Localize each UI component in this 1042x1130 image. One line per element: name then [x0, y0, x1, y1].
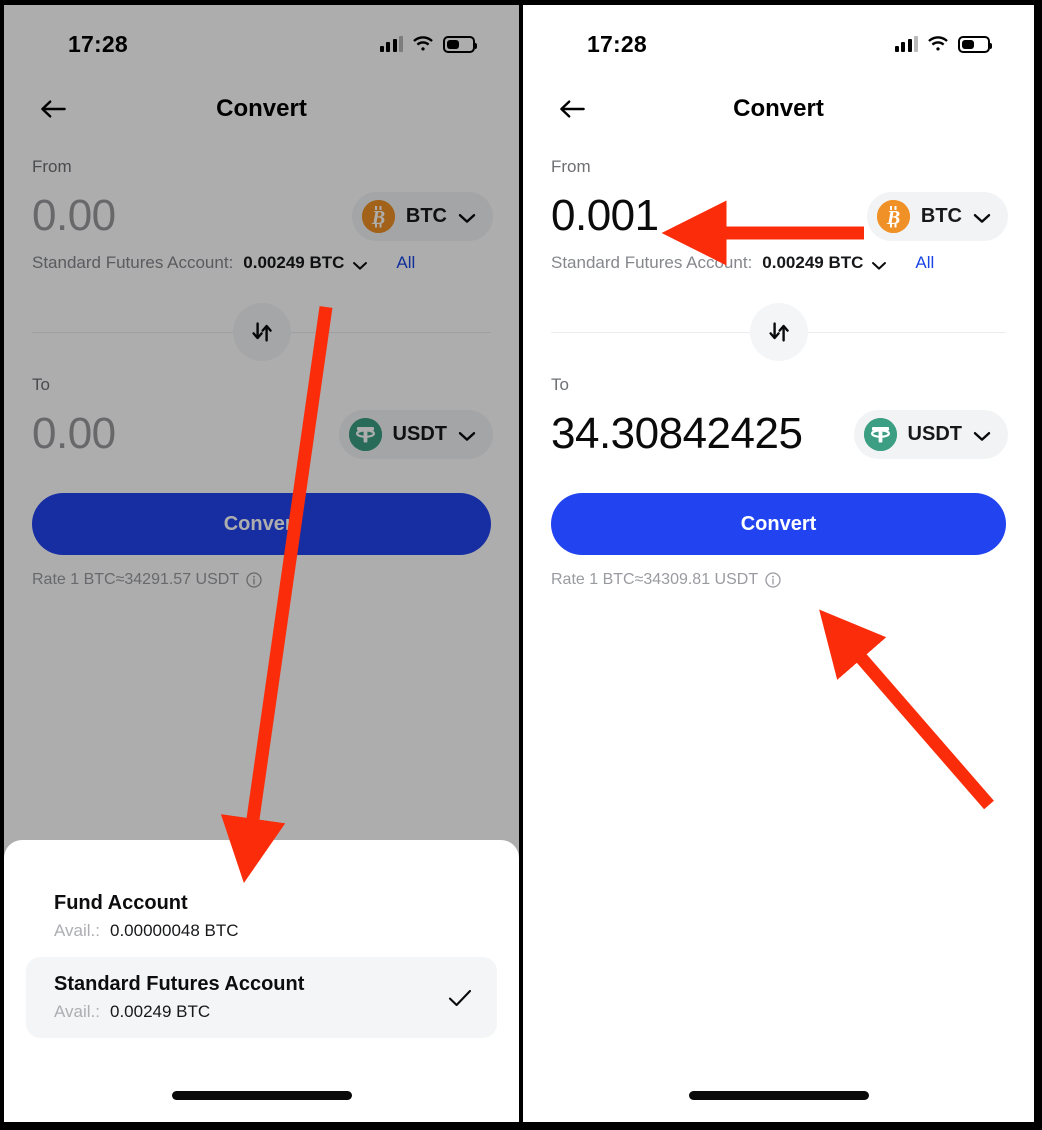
tether-icon	[864, 418, 897, 451]
swap-zone-right	[523, 295, 1034, 369]
list-item[interactable]: Fund Account Avail.: 0.00000048 BTC	[26, 876, 497, 957]
account-selector-chevron-down-icon[interactable]	[871, 258, 887, 268]
to-token-selector[interactable]: USDT	[854, 410, 1008, 459]
rate-text: Rate 1 BTC≈34309.81 USDT	[551, 571, 758, 589]
from-section: From 0.001 B BTC	[523, 155, 1034, 273]
to-amount-row: 34.30842425 USDT	[523, 397, 1034, 459]
from-balance-row: Standard Futures Account: 0.00249 BTC Al…	[523, 241, 1034, 273]
swap-direction-button[interactable]	[750, 303, 808, 361]
to-section: To 34.30842425 USDT	[523, 373, 1034, 459]
back-arrow-icon	[558, 99, 586, 119]
account-picker-sheet: Fund Account Avail.: 0.00000048 BTC Stan…	[4, 840, 519, 1122]
chevron-down-icon	[973, 429, 991, 440]
info-circle-icon[interactable]	[765, 572, 781, 588]
rate-row: Rate 1 BTC≈34309.81 USDT	[523, 555, 1034, 589]
to-label: To	[523, 373, 1034, 397]
home-indicator	[172, 1091, 352, 1100]
comparison-screenshot: 17:28 Convert	[0, 0, 1042, 1130]
wifi-icon	[927, 36, 949, 53]
swap-vertical-icon	[766, 319, 792, 345]
account-avail: Avail.: 0.00000048 BTC	[54, 921, 239, 941]
battery-icon	[958, 36, 990, 53]
to-token-symbol: USDT	[908, 423, 962, 446]
status-bar-icons	[895, 36, 991, 53]
account-title: Standard Futures Account	[54, 973, 304, 996]
avail-label: Avail.:	[54, 1002, 100, 1022]
app-screen-right: 17:28 Convert From	[523, 5, 1034, 1122]
list-item[interactable]: Standard Futures Account Avail.: 0.00249…	[26, 957, 497, 1038]
avail-value: 0.00249 BTC	[110, 1002, 210, 1022]
convert-button[interactable]: Convert	[551, 493, 1006, 555]
account-avail: Avail.: 0.00249 BTC	[54, 1002, 304, 1022]
app-screen-left: 17:28 Convert	[4, 5, 519, 1122]
from-amount-input[interactable]: 0.001	[551, 191, 659, 241]
svg-text:B: B	[886, 207, 900, 229]
home-indicator	[689, 1091, 869, 1100]
from-label: From	[523, 155, 1034, 179]
from-amount-row: 0.001 B BTC	[523, 179, 1034, 241]
phone-panel-right: 17:28 Convert From	[519, 0, 1038, 1130]
convert-button-label: Convert	[741, 513, 817, 536]
account-balance-value: 0.00249 BTC	[762, 253, 863, 273]
convert-body-right: From 0.001 B BTC	[523, 155, 1034, 1122]
status-bar: 17:28	[523, 27, 1034, 61]
from-token-symbol: BTC	[921, 205, 962, 228]
back-button[interactable]	[549, 87, 595, 131]
status-bar-clock: 17:28	[587, 31, 647, 58]
chevron-down-icon	[973, 211, 991, 222]
checkmark-icon	[447, 988, 473, 1008]
all-button[interactable]: All	[915, 253, 934, 273]
bitcoin-icon: B	[877, 200, 910, 233]
nav-bar-right: Convert	[523, 87, 1034, 131]
phone-panel-left: 17:28 Convert	[0, 0, 519, 1130]
to-amount-input[interactable]: 34.30842425	[551, 409, 802, 459]
cellular-signal-icon	[895, 36, 919, 52]
avail-label: Avail.:	[54, 921, 100, 941]
account-name-label: Standard Futures Account:	[551, 253, 752, 273]
page-title: Convert	[523, 95, 1034, 123]
from-token-selector[interactable]: B BTC	[867, 192, 1008, 241]
avail-value: 0.00000048 BTC	[110, 921, 239, 941]
account-title: Fund Account	[54, 892, 239, 915]
